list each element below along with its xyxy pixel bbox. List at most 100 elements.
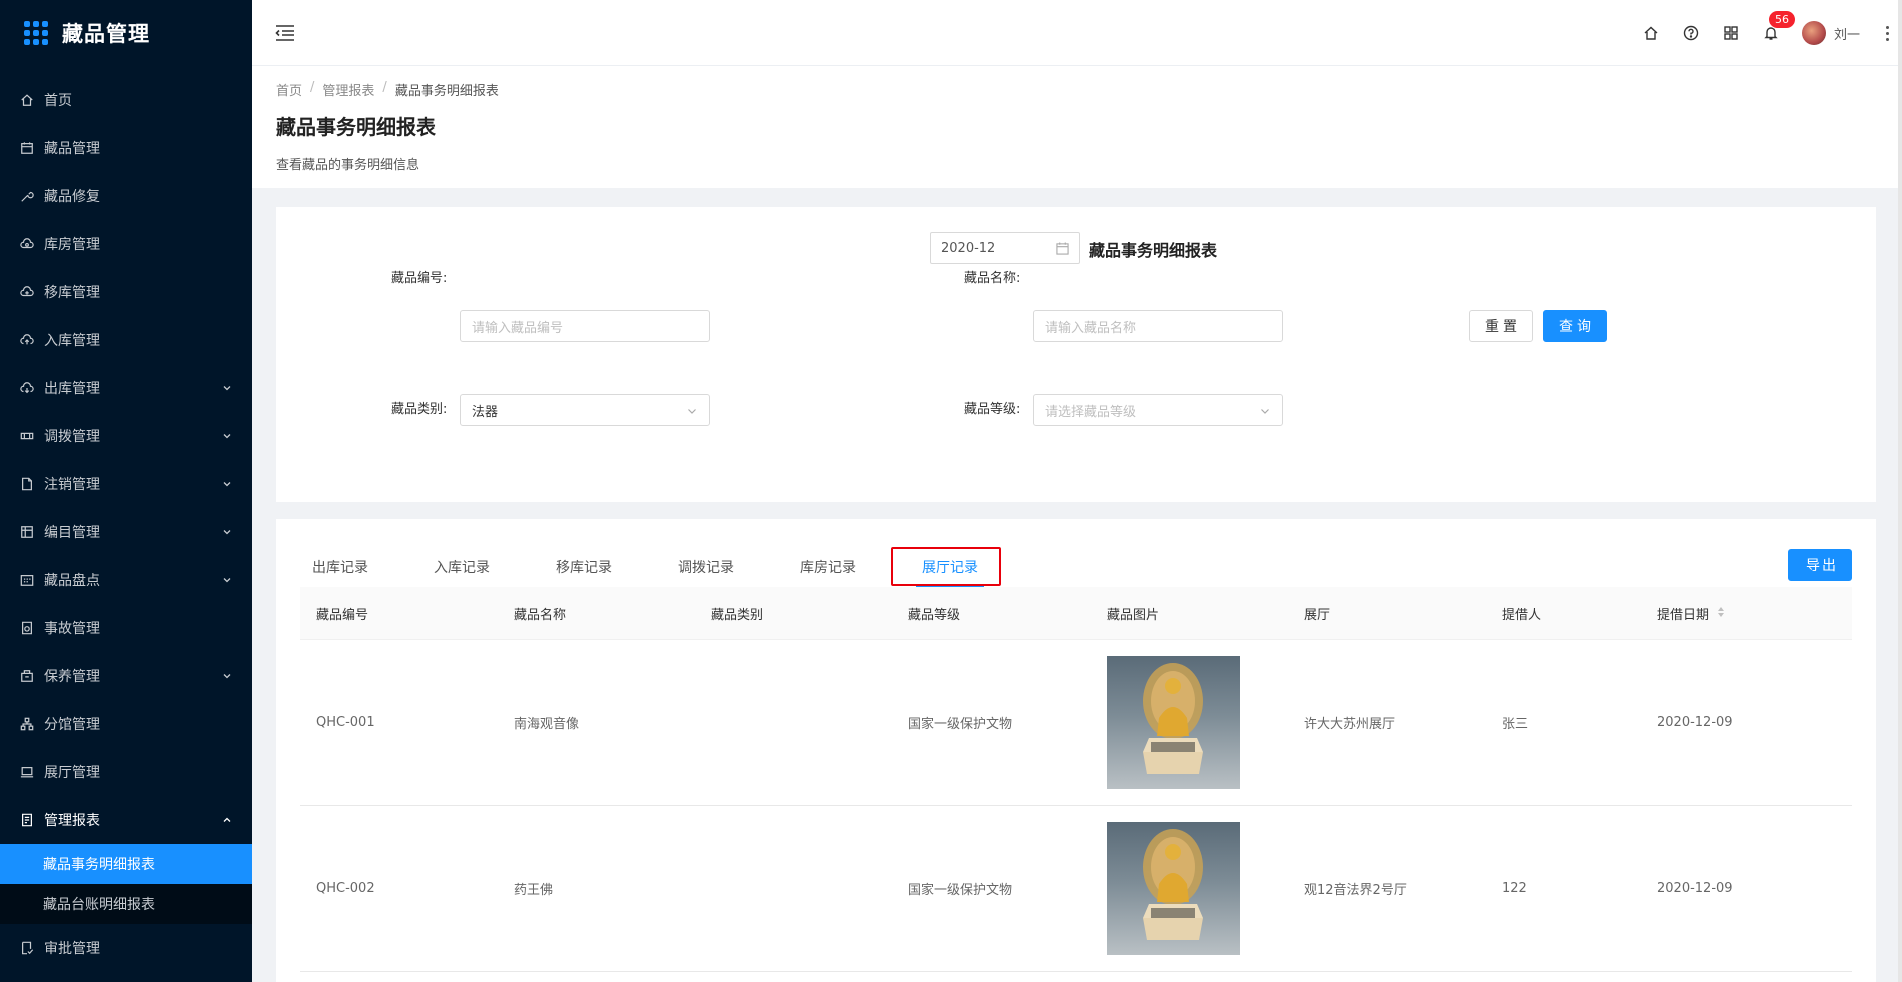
sidebar-item-storage[interactable]: 库房管理 [0,220,252,268]
sidebar-item-accident[interactable]: 事故管理 [0,604,252,652]
home-icon[interactable] [1642,24,1660,42]
cluster-icon [20,717,34,731]
cell-grade: 国家一级保护文物 [908,717,1013,732]
code-label: 藏品编号: [391,271,448,286]
sidebar-item-inventory[interactable]: 藏品盘点 [0,556,252,604]
cloud-upload-icon [20,333,34,347]
sidebar-item-transfer[interactable]: 调拨管理 [0,412,252,460]
category-select[interactable]: 法器 [460,394,710,426]
calendar-icon [20,141,34,155]
category-value: 法器 [472,404,499,420]
wrench-icon [20,189,34,203]
grade-select[interactable]: 请选择藏品等级 [1033,394,1283,426]
menu-fold-icon[interactable] [275,24,295,42]
month-picker[interactable]: 2020-12 [930,232,1080,264]
name-input[interactable]: 请输入藏品名称 [1033,310,1283,342]
page-scrollbar[interactable] [1898,0,1902,982]
breadcrumb-reports[interactable]: 管理报表 [322,80,374,99]
column-header: 藏品类别 [711,607,764,623]
app-title: 藏品管理 [62,22,150,46]
help-icon[interactable] [1682,24,1700,42]
column-header: 展厅 [1304,607,1331,623]
sidebar-item-maintenance[interactable]: 保养管理 [0,652,252,700]
sidebar-item-exhibition[interactable]: 展厅管理 [0,748,252,796]
apps-grid-icon [24,21,48,45]
chevron-up-icon [223,817,231,822]
breadcrumb-home[interactable]: 首页 [276,80,302,99]
avatar[interactable] [1801,21,1826,45]
code-input[interactable]: 请输入藏品编号 [460,310,710,342]
sidebar-item-label: 审批管理 [44,941,100,957]
tab-outbound-records[interactable]: 出库记录 [300,549,380,585]
tab-relocation-records[interactable]: 移库记录 [544,549,624,585]
chevron-down-icon [688,409,696,414]
sidebar: 藏品管理 首页 藏品管理 藏品修复 库房管理 移库管理 入库管理 出库管理 调拨… [0,0,252,982]
report-title: 藏品事务明细报表 [1089,241,1218,260]
records-card: 出库记录 入库记录 移库记录 调拨记录 库房记录 展厅记录 导出 藏品编号 藏品… [276,519,1876,982]
column-header-label: 提借日期 [1657,604,1725,623]
chevron-down-icon [223,530,231,535]
tab-transfer-records[interactable]: 调拨记录 [666,549,746,585]
reset-button[interactable]: 重置 [1469,310,1533,342]
page-description: 查看藏品的事务明细信息 [276,158,420,173]
header-actions: 56 刘一 [1642,0,1902,66]
sidebar-item-label: 调拨管理 [44,429,100,445]
cell-grade: 国家一级保护文物 [908,883,1013,898]
sidebar-item-catalog[interactable]: 编目管理 [0,508,252,556]
sidebar-item-inbound[interactable]: 入库管理 [0,316,252,364]
breadcrumb-separator: / [310,80,315,95]
breadcrumb-separator: / [382,80,387,95]
sidebar-item-branch[interactable]: 分馆管理 [0,700,252,748]
sidebar-item-label: 藏品盘点 [44,573,100,589]
maintenance-icon [20,669,34,683]
calendar-icon [1056,242,1069,255]
chevron-down-icon [223,482,231,487]
cell-code: QHC-001 [316,715,375,730]
tab-storage-records[interactable]: 库房记录 [788,549,868,585]
breadcrumb-current: 藏品事务明细报表 [394,84,499,99]
tab-highlight-box [891,547,1001,586]
cell-image [1091,656,1288,789]
column-header: 提借人 [1502,607,1542,623]
grade-placeholder: 请选择藏品等级 [1045,404,1137,420]
sidebar-item-label: 入库管理 [44,333,100,349]
notification-badge: 56 [1767,10,1796,29]
column-header: 藏品图片 [1107,607,1160,623]
sidebar-item-outbound[interactable]: 出库管理 [0,364,252,412]
cell-image [1091,822,1288,955]
sidebar-menu-more: 审批管理 [0,924,252,972]
app-logo[interactable]: 藏品管理 [0,0,252,66]
tab-inbound-records[interactable]: 入库记录 [422,549,502,585]
artifact-thumbnail[interactable] [1107,656,1240,789]
artifact-thumbnail[interactable] [1107,822,1240,955]
more-icon[interactable] [1886,25,1890,41]
audit-icon [20,941,34,955]
sidebar-item-approval[interactable]: 审批管理 [0,924,252,972]
sort-icon [1718,606,1725,617]
username[interactable]: 刘一 [1834,24,1860,43]
column-header-sortable[interactable]: 提借日期 [1641,604,1852,623]
sidebar-item-relocation[interactable]: 移库管理 [0,268,252,316]
sidebar-item-reports[interactable]: 管理报表 [0,796,252,844]
records-table: 藏品编号 藏品名称 藏品类别 藏品等级 藏品图片 展厅 提借人 提借日期 QHC… [300,587,1852,972]
sidebar-item-cancellation[interactable]: 注销管理 [0,460,252,508]
table-row: QHC-001 南海观音像 国家一级保护文物 许大大苏州展厅 张三 2020-1… [300,640,1852,806]
sidebar-item-label: 展厅管理 [44,765,100,781]
search-button[interactable]: 查询 [1543,310,1607,342]
notification-bell[interactable]: 56 [1762,10,1796,42]
accident-icon [20,621,34,635]
sidebar-item-repair[interactable]: 藏品修复 [0,172,252,220]
sidebar-item-collection[interactable]: 藏品管理 [0,124,252,172]
buddha-statue-image [1143,663,1203,774]
table-header: 藏品编号 藏品名称 藏品类别 藏品等级 藏品图片 展厅 提借人 提借日期 [300,587,1852,640]
sidebar-item-label: 注销管理 [44,477,100,493]
cloud-download-icon [20,381,34,395]
sidebar-subitem-ledger-report[interactable]: 藏品台账明细报表 [0,884,252,924]
month-value: 2020-12 [941,240,996,256]
cell-borrower: 122 [1502,881,1527,896]
sidebar-item-home[interactable]: 首页 [0,76,252,124]
sidebar-subitem-transaction-report[interactable]: 藏品事务明细报表 [0,844,252,884]
export-button[interactable]: 导出 [1788,549,1852,581]
filter-card: 2020-12 藏品事务明细报表 藏品编号: 请输入藏品编号 藏品名称: 请输入… [276,207,1876,502]
apps-icon[interactable] [1722,24,1740,42]
